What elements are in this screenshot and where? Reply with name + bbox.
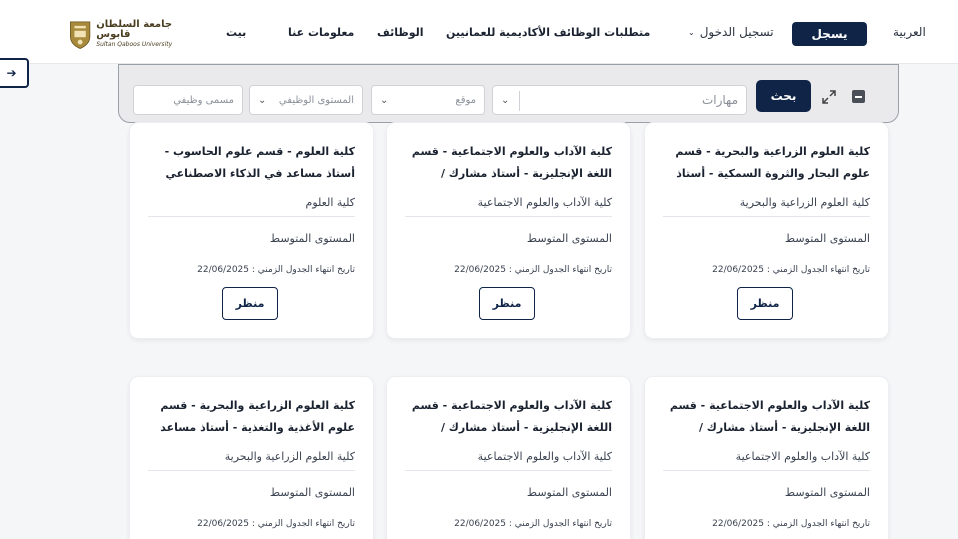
job-level: المستوى المتوسط: [269, 486, 355, 499]
job-level-select[interactable]: ⌄ المستوى الوظيفي: [249, 85, 363, 115]
divider: [519, 91, 520, 111]
job-faculty: كلية العلوم: [148, 196, 355, 217]
location-placeholder: موقع: [455, 94, 476, 106]
login-label: تسجيل الدخول: [699, 25, 774, 39]
chevron-down-icon: ⌄: [380, 94, 389, 106]
nav-academic-requirements[interactable]: متطلبات الوظائف الأكاديمية للعمانيين: [446, 26, 650, 39]
job-deadline: تاريخ انتهاء الجدول الزمني : 22/06/2025: [197, 519, 355, 529]
nav-jobs[interactable]: الوظائف: [377, 26, 424, 39]
job-title-input[interactable]: مسمى وظيفي: [133, 85, 243, 115]
job-level: المستوى المتوسط: [784, 232, 870, 245]
job-deadline: تاريخ انتهاء الجدول الزمني : 22/06/2025: [712, 519, 870, 529]
chevron-down-icon: ⌄: [258, 94, 267, 106]
filter-bar: مسمى وظيفي ⌄ المستوى الوظيفي ⌄ موقع ⌄ مه…: [118, 64, 899, 123]
job-level: المستوى المتوسط: [269, 232, 355, 245]
view-button[interactable]: منظر: [479, 287, 535, 320]
job-title-placeholder: مسمى وظيفي: [173, 94, 234, 106]
job-title[interactable]: كلية العلوم - قسم علوم الحاسوب - أستاذ م…: [150, 141, 355, 185]
job-faculty: كلية الآداب والعلوم الاجتماعية: [405, 196, 612, 217]
job-card: كلية العلوم الزراعية والبحرية - قسم علوم…: [645, 123, 888, 338]
chevron-down-icon: ⌄: [688, 27, 695, 37]
job-deadline: تاريخ انتهاء الجدول الزمني : 22/06/2025: [454, 519, 612, 529]
job-card: كلية العلوم الزراعية والبحرية - قسم علوم…: [130, 377, 373, 539]
job-faculty: كلية العلوم الزراعية والبحرية: [663, 196, 870, 217]
job-title[interactable]: كلية العلوم الزراعية والبحرية - قسم علوم…: [665, 141, 870, 185]
search-button[interactable]: بحث: [756, 80, 811, 112]
view-button[interactable]: منظر: [737, 287, 793, 320]
arrow-right-icon[interactable]: ➔: [0, 58, 29, 88]
job-title[interactable]: كلية الآداب والعلوم الاجتماعية - قسم الل…: [407, 395, 612, 439]
job-deadline: تاريخ انتهاء الجدول الزمني : 22/06/2025: [454, 265, 612, 275]
job-card: كلية العلوم - قسم علوم الحاسوب - أستاذ م…: [130, 123, 373, 338]
logo-emblem-icon: [70, 21, 91, 49]
signup-button[interactable]: يسجل: [792, 22, 867, 46]
job-level: المستوى المتوسط: [526, 232, 612, 245]
location-select[interactable]: ⌄ موقع: [371, 85, 485, 115]
job-level: المستوى المتوسط: [526, 486, 612, 499]
nav-about[interactable]: معلومات عنا: [288, 26, 354, 39]
job-faculty: كلية الآداب والعلوم الاجتماعية: [663, 450, 870, 471]
logo-english-text: Sultan Qaboos University: [96, 41, 173, 48]
job-level-placeholder: المستوى الوظيفي: [278, 94, 354, 106]
job-card: كلية الآداب والعلوم الاجتماعية - قسم الل…: [387, 377, 630, 539]
job-faculty: كلية العلوم الزراعية والبحرية: [148, 450, 355, 471]
job-card: كلية الآداب والعلوم الاجتماعية - قسم الل…: [645, 377, 888, 539]
job-deadline: تاريخ انتهاء الجدول الزمني : 22/06/2025: [197, 265, 355, 275]
top-header: العربية يسجل ⌄ تسجيل الدخول متطلبات الوظ…: [0, 0, 958, 64]
job-level: المستوى المتوسط: [784, 486, 870, 499]
chevron-down-icon: ⌄: [501, 94, 510, 106]
nav-home[interactable]: بيت: [226, 26, 246, 39]
job-faculty: كلية الآداب والعلوم الاجتماعية: [405, 450, 612, 471]
job-title[interactable]: كلية العلوم الزراعية والبحرية - قسم علوم…: [150, 395, 355, 439]
logo-arabic-text: جامعة السلطان قابوس: [96, 19, 173, 40]
job-title[interactable]: كلية الآداب والعلوم الاجتماعية - قسم الل…: [407, 141, 612, 185]
skills-select[interactable]: ⌄ مهارات: [492, 85, 747, 115]
job-title[interactable]: كلية الآداب والعلوم الاجتماعية - قسم الل…: [665, 395, 870, 439]
skills-placeholder: مهارات: [701, 93, 738, 107]
job-deadline: تاريخ انتهاء الجدول الزمني : 22/06/2025: [712, 265, 870, 275]
collapse-icon[interactable]: [852, 90, 865, 103]
expand-icon[interactable]: [821, 89, 837, 105]
view-button[interactable]: منظر: [222, 287, 278, 320]
login-dropdown[interactable]: ⌄ تسجيل الدخول: [688, 25, 774, 39]
language-switch[interactable]: العربية: [893, 25, 926, 39]
university-logo[interactable]: جامعة السلطان قابوس Sultan Qaboos Univer…: [68, 14, 188, 54]
job-card: كلية الآداب والعلوم الاجتماعية - قسم الل…: [387, 123, 630, 338]
